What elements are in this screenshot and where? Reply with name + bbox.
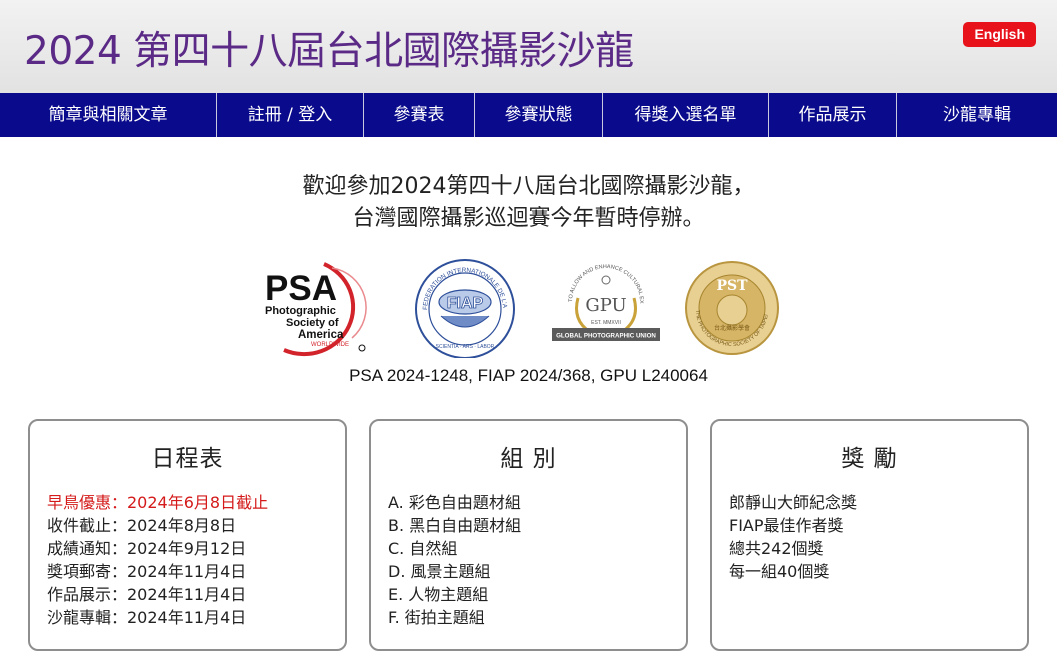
list-item: 郎靜山大師紀念獎: [729, 493, 858, 512]
awards-card: 獎 勵 郎靜山大師紀念獎 FIAP最佳作者獎 總共242個獎 每一組40個獎: [710, 419, 1029, 651]
nav-item-prospectus[interactable]: 簡章與相關文章: [0, 93, 217, 137]
psa-logo-big: PSA: [265, 269, 337, 308]
gpu-logo-est: EST. MMXVII: [591, 320, 621, 326]
welcome-message: 歡迎參加2024第四十八屆台北國際攝影沙龍， 台灣國際攝影巡迴賽今年暫時停辦。: [0, 171, 1057, 235]
list-item: 收件截止：2024年8月8日: [47, 516, 237, 535]
list-item: D. 風景主題組: [388, 562, 491, 581]
list-item: 總共242個獎: [729, 539, 824, 558]
welcome-line-2: 台灣國際攝影巡迴賽今年暫時停辦。: [352, 206, 705, 231]
fiap-logo[interactable]: FEDERATION INTERNATIONALE DE L'ART PHOTO…: [413, 258, 517, 358]
list-item: F. 街拍主題組: [388, 608, 485, 627]
nav-item-exhibition[interactable]: 作品展示: [769, 93, 897, 137]
list-item: C. 自然組: [388, 539, 458, 558]
main-nav: 簡章與相關文章 註冊 / 登入 參賽表 參賽狀態 得獎入選名單 作品展示 沙龍專…: [0, 93, 1057, 137]
schedule-title: 日程表: [151, 446, 224, 472]
psa-logo-line1: Photographic: [265, 305, 336, 317]
patronage-numbers: PSA 2024-1248, FIAP 2024/368, GPU L24006…: [349, 366, 708, 385]
list-item: 沙龍專輯：2024年11月4日: [47, 608, 247, 627]
gpu-logo-center: GPU: [585, 295, 626, 316]
patronage-logos: PSA Photographic Society of America WORL…: [0, 258, 1057, 358]
site-title: 2024 第四十八屆台北國際攝影沙龍: [24, 29, 634, 74]
nav-item-entry-status[interactable]: 參賽狀態: [475, 93, 603, 137]
nav-item-results[interactable]: 得獎入選名單: [603, 93, 769, 137]
fiap-logo-motto: SCIENTIA · ARS · LABOR: [436, 344, 495, 350]
nav-item-entry-form[interactable]: 參賽表: [364, 93, 475, 137]
gpu-logo[interactable]: TO ALLOW AND ENHANCE CULTURAL EXCHANGE G…: [550, 258, 662, 358]
gpu-logo-banner: GLOBAL PHOTOGRAPHIC UNION: [556, 333, 656, 340]
list-item: 作品展示：2024年11月4日: [47, 585, 247, 604]
awards-list: 郎靜山大師紀念獎 FIAP最佳作者獎 總共242個獎 每一組40個獎: [729, 491, 857, 583]
pst-logo[interactable]: PST 台北攝影學會 THE PHOTOGRAPHIC SOCIETY OF T…: [684, 258, 780, 358]
welcome-line-1: 歡迎參加2024第四十八屆台北國際攝影沙龍，: [302, 174, 755, 199]
nav-item-register-login[interactable]: 註冊 / 登入: [217, 93, 364, 137]
pst-logo-chinese: 台北攝影學會: [714, 324, 750, 332]
list-item: 成績通知：2024年9月12日: [47, 539, 247, 558]
psa-logo-line4: WORLDWIDE: [311, 342, 349, 348]
fiap-logo-center: FIAP: [447, 295, 484, 312]
sections-title: 組 別: [500, 446, 557, 472]
sections-list: A. 彩色自由題材組 B. 黑白自由題材組 C. 自然組 D. 風景主題組 E.…: [388, 491, 521, 629]
schedule-list: 早鳥優惠：2024年6月8日截止 收件截止：2024年8月8日 成績通知：202…: [47, 491, 268, 629]
list-item: FIAP最佳作者獎: [729, 516, 844, 535]
list-item: B. 黑白自由題材組: [388, 516, 522, 535]
awards-title: 獎 勵: [841, 446, 898, 472]
list-item: 早鳥優惠：2024年6月8日截止: [47, 493, 269, 512]
list-item: E. 人物主題組: [388, 585, 489, 604]
english-button[interactable]: English: [963, 22, 1036, 47]
list-item: A. 彩色自由題材組: [388, 493, 521, 512]
list-item: 每一組40個獎: [729, 562, 830, 581]
schedule-card: 日程表 早鳥優惠：2024年6月8日截止 收件截止：2024年8月8日 成績通知…: [28, 419, 347, 651]
pst-logo-center: PST: [716, 278, 748, 294]
site-header: 2024 第四十八屆台北國際攝影沙龍 English: [0, 0, 1057, 93]
nav-item-catalog[interactable]: 沙龍專輯: [897, 93, 1057, 137]
psa-logo[interactable]: PSA Photographic Society of America WORL…: [262, 258, 378, 358]
psa-logo-line3: America: [298, 329, 344, 341]
sections-card: 組 別 A. 彩色自由題材組 B. 黑白自由題材組 C. 自然組 D. 風景主題…: [369, 419, 688, 651]
psa-logo-line2: Society of: [286, 317, 339, 329]
list-item: 獎項郵寄：2024年11月4日: [47, 562, 247, 581]
